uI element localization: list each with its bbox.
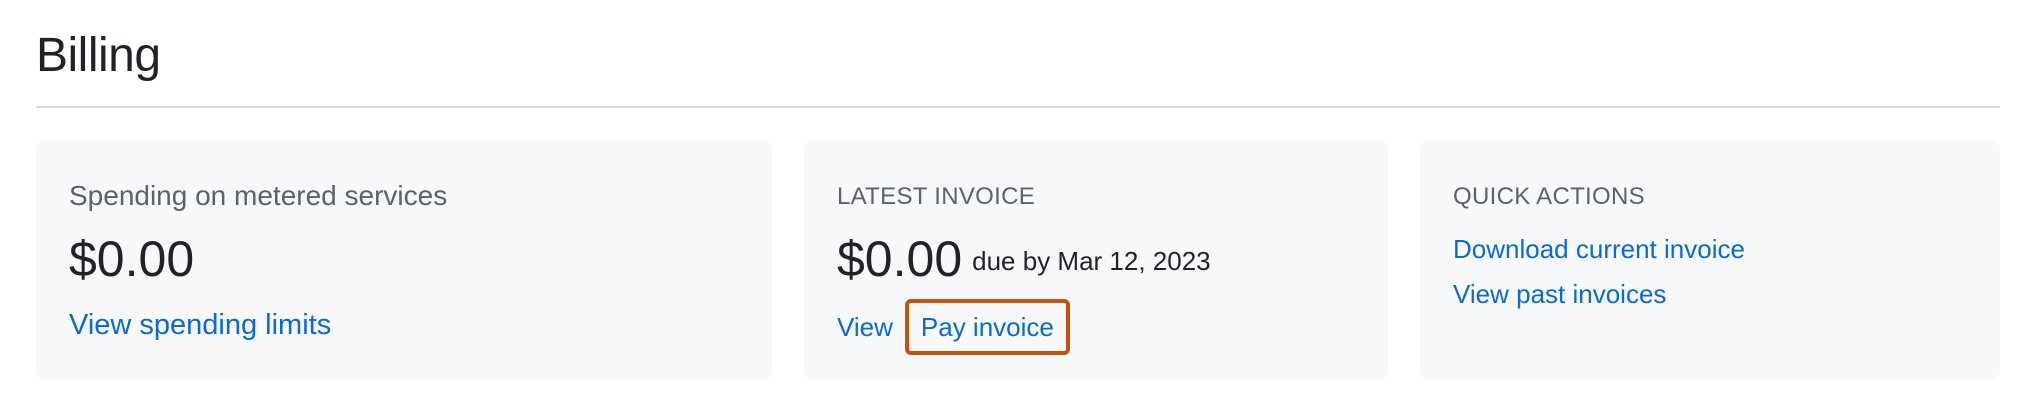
page-title: Billing [36,29,161,82]
spending-amount: $0.00 [69,231,195,287]
download-current-invoice-link[interactable]: Download current invoice [1453,231,1745,267]
latest-invoice-label: LATEST INVOICE [837,183,1036,210]
invoice-actions: View Pay invoice [837,299,1070,355]
invoice-amount: $0.00 [837,231,963,287]
quick-actions-label: QUICK ACTIONS [1453,183,1645,210]
latest-invoice-card: LATEST INVOICE $0.00 due by Mar 12, 2023 … [804,141,1388,379]
pay-invoice-highlight: Pay invoice [904,299,1070,355]
invoice-amount-row: $0.00 due by Mar 12, 2023 [837,229,1211,291]
view-spending-limits-link[interactable]: View spending limits [69,305,331,345]
title-divider [36,106,2000,108]
view-past-invoices-link[interactable]: View past invoices [1453,276,1666,312]
view-invoice-link[interactable]: View [837,309,893,345]
quick-actions-card: QUICK ACTIONS Download current invoice V… [1420,141,2000,379]
pay-invoice-link[interactable]: Pay invoice [921,312,1054,342]
spending-card: Spending on metered services $0.00 View … [36,141,772,379]
invoice-due-date: due by Mar 12, 2023 [972,246,1211,276]
spending-card-heading: Spending on metered services [69,180,448,211]
